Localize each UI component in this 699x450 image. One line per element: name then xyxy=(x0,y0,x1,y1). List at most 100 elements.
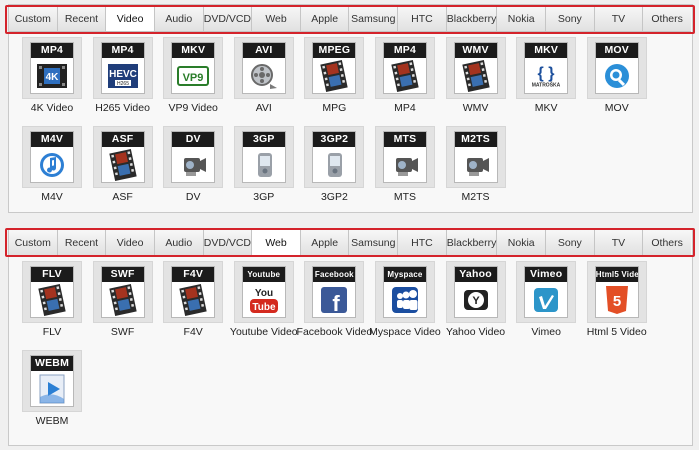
format-item-flv[interactable]: FLV FLV xyxy=(20,261,84,350)
format-file-icon: M4V xyxy=(30,131,74,183)
tab-video[interactable]: Video xyxy=(106,230,155,255)
format-tile[interactable]: MKV { } MATROŠKA xyxy=(516,37,577,99)
format-tile[interactable]: FLV xyxy=(22,261,82,323)
format-file-icon: Myspace xyxy=(382,266,427,318)
tab-web[interactable]: Web xyxy=(252,6,301,31)
format-item-mpg[interactable]: MPEG MPG xyxy=(302,37,366,126)
tab-recent[interactable]: Recent xyxy=(58,6,107,31)
format-tile[interactable]: Myspace xyxy=(374,261,435,323)
format-item-html-5-video[interactable]: Html5 Video 5 Html 5 Video xyxy=(585,261,649,350)
format-tile[interactable]: Vimeo xyxy=(516,261,577,323)
tab-others[interactable]: Others xyxy=(643,6,691,31)
tab-audio[interactable]: Audio xyxy=(155,230,204,255)
format-tile[interactable]: Html5 Video 5 xyxy=(586,261,647,323)
svg-text:VP9: VP9 xyxy=(183,72,204,84)
tab-custom[interactable]: Custom xyxy=(9,230,58,255)
html5-icon: 5 xyxy=(596,282,638,317)
format-item-mp4[interactable]: MP4 MP4 xyxy=(373,37,437,126)
tab-others[interactable]: Others xyxy=(643,230,691,255)
format-item-h265-video[interactable]: MP4 HEVC H265 H265 Video xyxy=(91,37,155,126)
format-tile[interactable]: MTS xyxy=(374,126,435,188)
format-tile[interactable]: M2TS xyxy=(445,126,506,188)
format-item-swf[interactable]: SWF SWF xyxy=(91,261,155,350)
format-tile[interactable]: DV xyxy=(163,126,224,188)
format-item-webm[interactable]: WEBM WEBM xyxy=(20,350,84,439)
format-item-mts[interactable]: MTS MTS xyxy=(373,126,437,215)
format-tile[interactable]: MP4 HEVC H265 xyxy=(92,37,153,99)
format-item-facebook-video[interactable]: Facebook f Facebook Video xyxy=(297,261,372,350)
format-tile[interactable]: 3GP xyxy=(233,126,294,188)
format-label: MOV xyxy=(604,102,629,114)
tab-web[interactable]: Web xyxy=(252,230,301,255)
format-tile[interactable]: 3GP2 xyxy=(304,126,365,188)
svg-text:5: 5 xyxy=(613,293,621,310)
format-item-mkv[interactable]: MKV { } MATROŠKA MKV xyxy=(514,37,578,126)
tab-dvd-vcd[interactable]: DVD/VCD xyxy=(204,230,253,255)
tab-blackberry[interactable]: Blackberry xyxy=(447,230,498,255)
phone-camera-icon xyxy=(243,147,285,182)
tab-audio[interactable]: Audio xyxy=(155,6,204,31)
format-item-avi[interactable]: AVI AVI xyxy=(232,37,296,126)
format-item-3gp[interactable]: 3GP 3GP xyxy=(232,126,296,215)
format-tile[interactable]: Yahoo Y xyxy=(445,261,506,323)
tab-apple[interactable]: Apple xyxy=(301,230,350,255)
tab-tv[interactable]: TV xyxy=(595,230,644,255)
film-reel-icon xyxy=(243,58,285,93)
tab-htc[interactable]: HTC xyxy=(398,6,447,31)
format-tile[interactable]: WEBM xyxy=(22,350,82,412)
tab-blackberry[interactable]: Blackberry xyxy=(447,6,498,31)
phone-camera-icon xyxy=(313,147,355,182)
format-item-4k-video[interactable]: MP4 4K 4K Video xyxy=(20,37,84,126)
tab-apple[interactable]: Apple xyxy=(301,6,350,31)
svg-text:Y: Y xyxy=(472,295,480,307)
tab-nokia[interactable]: Nokia xyxy=(497,230,547,255)
tab-htc[interactable]: HTC xyxy=(398,230,447,255)
format-tile[interactable]: ASF xyxy=(92,126,153,188)
format-tile[interactable]: M4V xyxy=(22,126,82,188)
format-item-f4v[interactable]: F4V F4V xyxy=(161,261,225,350)
format-item-yahoo-video[interactable]: Yahoo Y Yahoo Video xyxy=(444,261,508,350)
myspace-icon xyxy=(384,282,426,317)
format-item-myspace-video[interactable]: Myspace Myspace Video xyxy=(369,261,441,350)
format-file-icon: Vimeo xyxy=(524,266,569,318)
format-item-m4v[interactable]: M4V M4V xyxy=(20,126,84,215)
format-file-icon: WEBM xyxy=(30,355,74,407)
format-item-dv[interactable]: DV DV xyxy=(161,126,225,215)
web-format-panel: Custom Recent Video Audio DVD/VCD Web Apple Sam… xyxy=(5,228,695,446)
format-tile[interactable]: AVI xyxy=(233,37,294,99)
tab-tv[interactable]: TV xyxy=(595,6,644,31)
format-tile[interactable]: MP4 xyxy=(374,37,435,99)
format-tile[interactable]: SWF xyxy=(92,261,153,323)
tab-dvd-vcd[interactable]: DVD/VCD xyxy=(204,6,253,31)
tab-samsung[interactable]: Samsung xyxy=(349,230,399,255)
film-4k-icon: 4K xyxy=(31,58,73,93)
format-item-vp9-video[interactable]: MKV VP9 VP9 Video xyxy=(161,37,225,126)
format-file-icon: Yahoo Y xyxy=(453,266,498,318)
format-item-m2ts[interactable]: M2TS M2TS xyxy=(444,126,508,215)
format-item-vimeo[interactable]: Vimeo Vimeo xyxy=(514,261,578,350)
tab-custom[interactable]: Custom xyxy=(9,6,58,31)
format-item-wmv[interactable]: WMV WMV xyxy=(444,37,508,126)
format-tile[interactable]: MP4 4K xyxy=(22,37,82,99)
tab-sony[interactable]: Sony xyxy=(546,6,595,31)
format-item-mov[interactable]: MOV MOV xyxy=(585,37,649,126)
format-tile[interactable]: F4V xyxy=(163,261,224,323)
tab-video[interactable]: Video xyxy=(106,6,155,31)
format-badge: Facebook xyxy=(313,267,356,282)
format-tile[interactable]: WMV xyxy=(445,37,506,99)
format-label: DV xyxy=(185,191,201,203)
format-file-icon: MKV VP9 xyxy=(171,42,216,94)
format-tile[interactable]: MOV xyxy=(586,37,647,99)
tab-recent[interactable]: Recent xyxy=(58,230,107,255)
tab-sony[interactable]: Sony xyxy=(546,230,595,255)
format-badge: 3GP2 xyxy=(313,132,356,147)
format-item-3gp2[interactable]: 3GP2 3GP2 xyxy=(302,126,366,215)
tab-nokia[interactable]: Nokia xyxy=(497,6,547,31)
format-tile[interactable]: Youtube You Tube xyxy=(233,261,294,323)
format-tile[interactable]: MKV VP9 xyxy=(163,37,224,99)
format-item-asf[interactable]: ASF ASF xyxy=(91,126,155,215)
format-tile[interactable]: Facebook f xyxy=(304,261,365,323)
tab-samsung[interactable]: Samsung xyxy=(349,6,399,31)
format-tile[interactable]: MPEG xyxy=(304,37,365,99)
format-item-youtube-video[interactable]: Youtube You Tube Youtube Video xyxy=(230,261,298,350)
